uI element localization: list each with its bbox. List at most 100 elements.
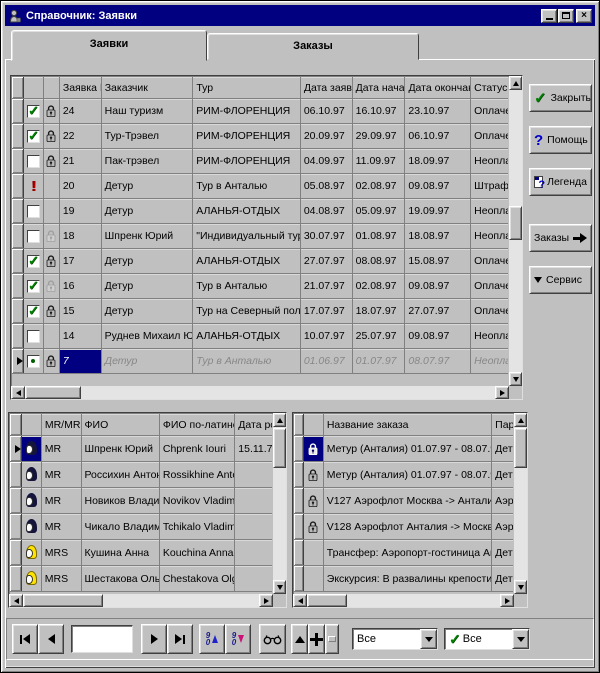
record-number-input[interactable] [71,625,133,653]
row-selector[interactable] [12,224,24,248]
paid-checkbox[interactable]: ✓ [24,249,44,273]
dropdown-button[interactable] [512,629,529,649]
order-row[interactable]: Метур (Анталия) 01.07.97 - 08.07.97 Дету… [294,462,513,488]
row-selector[interactable] [12,124,24,148]
scroll-right-button[interactable] [500,594,514,607]
paid-checkbox[interactable]: ✓ [24,299,44,323]
paid-checkbox[interactable] [24,224,44,248]
request-row[interactable]: 14 Руднев Михаил Юрьевич АЛАНЬЯ-ОТДЫХ 10… [12,324,508,349]
request-row[interactable]: ✓ 16 Детур Тур в Анталью 21.07.97 02.08.… [12,274,508,299]
help-button[interactable]: ? Помощь [529,126,592,154]
header-request-date[interactable]: Дата заявки [301,77,353,98]
cell-number-selected[interactable]: 7 [60,349,102,373]
close-button[interactable]: ✓ Закрыть [529,84,592,112]
tourists-horizontal-scrollbar[interactable] [9,594,273,607]
scroll-left-button[interactable] [9,594,23,607]
row-selector[interactable] [12,174,24,198]
order-row-current[interactable]: Метур (Анталия) 01.07.97 - 08.07.97 Дету… [294,436,513,462]
paid-checkbox[interactable] [24,199,44,223]
sort-ascending-button[interactable]: 90 [199,624,225,654]
order-row[interactable]: V128 Аэрофлот Анталия -> Москва 08.07.97… [294,514,513,540]
row-selector[interactable] [10,540,22,565]
scroll-left-button[interactable] [293,594,307,607]
header-customer[interactable]: Заказчик [102,77,194,98]
orders-vertical-scrollbar[interactable] [514,413,527,594]
dropdown-button[interactable] [420,629,437,649]
header-status[interactable]: Статус [471,77,508,98]
status-filter-dropdown[interactable]: ✓Все [444,628,530,650]
sort-descending-button[interactable]: 90 [225,624,251,654]
minimize-button[interactable] [541,9,557,23]
scroll-down-button[interactable] [273,580,286,594]
tab-requests[interactable]: Заявки [11,30,207,61]
filter-dropdown[interactable]: Все [352,628,438,650]
row-selector[interactable] [12,99,24,123]
order-row[interactable]: V127 Аэрофлот Москва -> Анталия 01.07.97… [294,488,513,514]
request-row[interactable]: 21 Пак-трэвел РИМ-ФЛОРЕНЦИЯ 04.09.97 11.… [12,149,508,174]
header-start-date[interactable]: Дата начала [353,77,406,98]
request-row[interactable]: ✓ 24 Наш туризм РИМ-ФЛОРЕНЦИЯ 06.10.97 1… [12,99,508,124]
header-end-date[interactable]: Дата окончания [405,77,471,98]
scroll-up-button[interactable] [514,413,527,427]
row-selector[interactable] [12,199,24,223]
scroll-up-button[interactable] [273,413,286,427]
scroll-thumb[interactable] [514,428,527,468]
paid-checkbox[interactable]: ✓ [24,124,44,148]
tourist-row[interactable]: MR Чикало Владимир Tchikalo Vladimir [10,514,272,540]
current-row-indicator[interactable] [12,349,24,373]
row-selector[interactable] [294,488,304,513]
request-row[interactable]: ✓ 17 Детур АЛАНЬЯ-ОТДЫХ 27.07.97 08.08.9… [12,249,508,274]
scroll-right-button[interactable] [495,386,509,399]
header-order-name[interactable]: Название заказа [324,414,492,435]
row-selector[interactable] [12,149,24,173]
header-fio-latin[interactable]: ФИО по-латински [160,414,235,435]
paid-checkbox[interactable]: ✓ [24,274,44,298]
service-button[interactable]: Сервис [529,266,592,294]
request-row[interactable]: 19 Детур АЛАНЬЯ-ОТДЫХ 04.08.97 05.09.97 … [12,199,508,224]
paid-checkbox[interactable] [24,349,44,373]
last-record-button[interactable] [167,624,193,654]
row-selector[interactable] [294,566,304,591]
tourist-row-current[interactable]: MR Шпренк Юрий Chprenk Iouri 15.11.71 [10,436,272,462]
request-row-current[interactable]: 7 Детур Тур в Анталью 01.06.97 01.07.97 … [12,349,508,374]
orders-button[interactable]: Заказы [529,224,592,252]
request-row[interactable]: 18 Шпренк Юрий "Индивидуальный туризм 30… [12,224,508,249]
paid-checkbox[interactable] [24,324,44,348]
header-birth-date[interactable]: Дата ро [235,414,272,435]
row-selector[interactable] [10,488,22,513]
collapse-button[interactable] [291,624,308,654]
order-row[interactable]: Экскурсия: В развалины крепости Анталия … [294,566,513,592]
row-selector[interactable] [294,436,304,461]
row-selector[interactable] [12,324,24,348]
scroll-right-button[interactable] [259,594,273,607]
row-selector[interactable] [12,249,24,273]
next-record-button[interactable] [141,624,167,654]
scroll-thumb[interactable] [509,206,522,240]
scroll-thumb[interactable] [23,594,103,607]
tab-orders[interactable]: Заказы [207,33,419,60]
tourist-row[interactable]: MRS Шестакова Ольга Chestakova Olga [10,566,272,592]
paid-checkbox[interactable] [24,149,44,173]
row-selector[interactable] [12,299,24,323]
tourist-row[interactable]: MR Россихин Антон Rossikhine Anton [10,462,272,488]
scroll-left-button[interactable] [11,386,25,399]
scroll-thumb[interactable] [25,386,81,399]
previous-record-button[interactable] [38,624,64,654]
header-fio[interactable]: ФИО [82,414,160,435]
header-number[interactable]: Заявка № [60,77,102,98]
header-tour[interactable]: Тур [193,77,301,98]
scroll-down-button[interactable] [514,580,527,594]
tourist-row[interactable]: MR Новиков Владимир Novikov Vladimir [10,488,272,514]
request-row[interactable]: ! 20 Детур Тур в Анталью 05.08.97 02.08.… [12,174,508,199]
row-selector[interactable] [294,462,304,487]
paid-checkbox[interactable]: ✓ [24,99,44,123]
scroll-thumb[interactable] [273,428,286,468]
scroll-up-button[interactable] [509,76,522,90]
tourist-row[interactable]: MRS Кушина Анна Kouchina Anna [10,540,272,566]
row-selector[interactable] [294,514,304,539]
search-button[interactable] [259,624,286,654]
maximize-button[interactable] [558,9,574,23]
row-selector[interactable] [294,540,304,565]
header-mr-mrs[interactable]: MR/MRS [42,414,82,435]
close-window-button[interactable]: × [576,9,592,23]
